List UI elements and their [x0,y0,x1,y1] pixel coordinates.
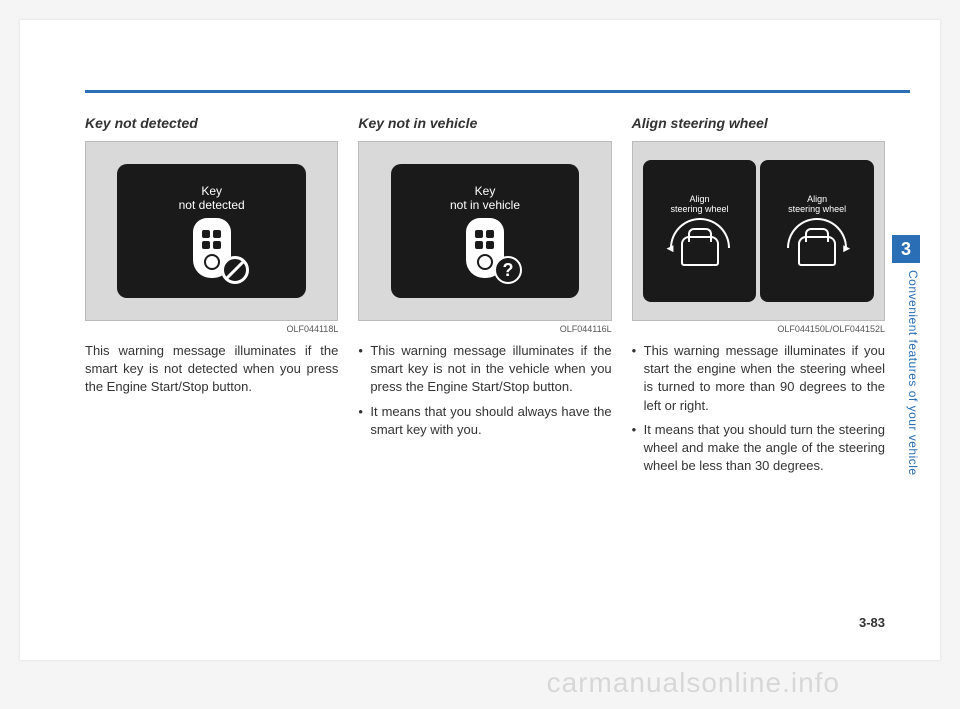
column-title: Align steering wheel [632,115,885,131]
column-key-not-detected: Key not detected Key not detected OLF044… [85,115,338,481]
steering-left-icon [670,218,730,268]
figure-key-not-detected: Key not detected [85,141,338,321]
bullet-list: This warning message illuminates if the … [358,342,611,439]
warning-screen: Key not in vehicle ? [391,164,579,298]
column-title: Key not detected [85,115,338,131]
warning-screen-dual: Align steering wheel Align steering whee… [643,160,874,302]
column-title: Key not in vehicle [358,115,611,131]
warning-screen-left: Align steering wheel [643,160,757,302]
steering-right-icon [787,218,847,268]
figure-caption: OLF044150L/OLF044152L [632,324,885,334]
screen-text: Key not detected [179,184,245,212]
list-item: This warning message illuminates if the … [358,342,611,397]
body-text: This warning message illuminates if the … [85,342,338,397]
figure-align-steering: Align steering wheel Align steering whee… [632,141,885,321]
prohibit-icon [221,256,249,284]
chapter-tab: 3 [892,235,920,263]
warning-screen-right: Align steering wheel [760,160,874,302]
figure-caption: OLF044116L [358,324,611,334]
warning-screen: Key not detected [117,164,305,298]
page-number: 3-83 [859,615,885,630]
key-fob-prohibit-icon [193,218,231,278]
figure-caption: OLF044118L [85,324,338,334]
manual-page: Key not detected Key not detected OLF044… [20,20,940,660]
key-fob-question-icon: ? [466,218,504,278]
figure-key-not-in-vehicle: Key not in vehicle ? [358,141,611,321]
content-columns: Key not detected Key not detected OLF044… [85,115,885,481]
screen-text: Align steering wheel [670,194,728,214]
bullet-list: This warning message illuminates if you … [632,342,885,475]
top-rule [85,90,910,93]
list-item: It means that you should always have the… [358,403,611,439]
screen-text: Key not in vehicle [450,184,520,212]
question-icon: ? [494,256,522,284]
column-align-steering: Align steering wheel Align steering whee… [632,115,885,481]
list-item: It means that you should turn the steeri… [632,421,885,476]
column-key-not-in-vehicle: Key not in vehicle Key not in vehicle ? … [358,115,611,481]
watermark: carmanualsonline.info [547,667,840,699]
screen-text: Align steering wheel [788,194,846,214]
list-item: This warning message illuminates if you … [632,342,885,415]
chapter-title-vertical: Convenient features of your vehicle [892,270,920,490]
